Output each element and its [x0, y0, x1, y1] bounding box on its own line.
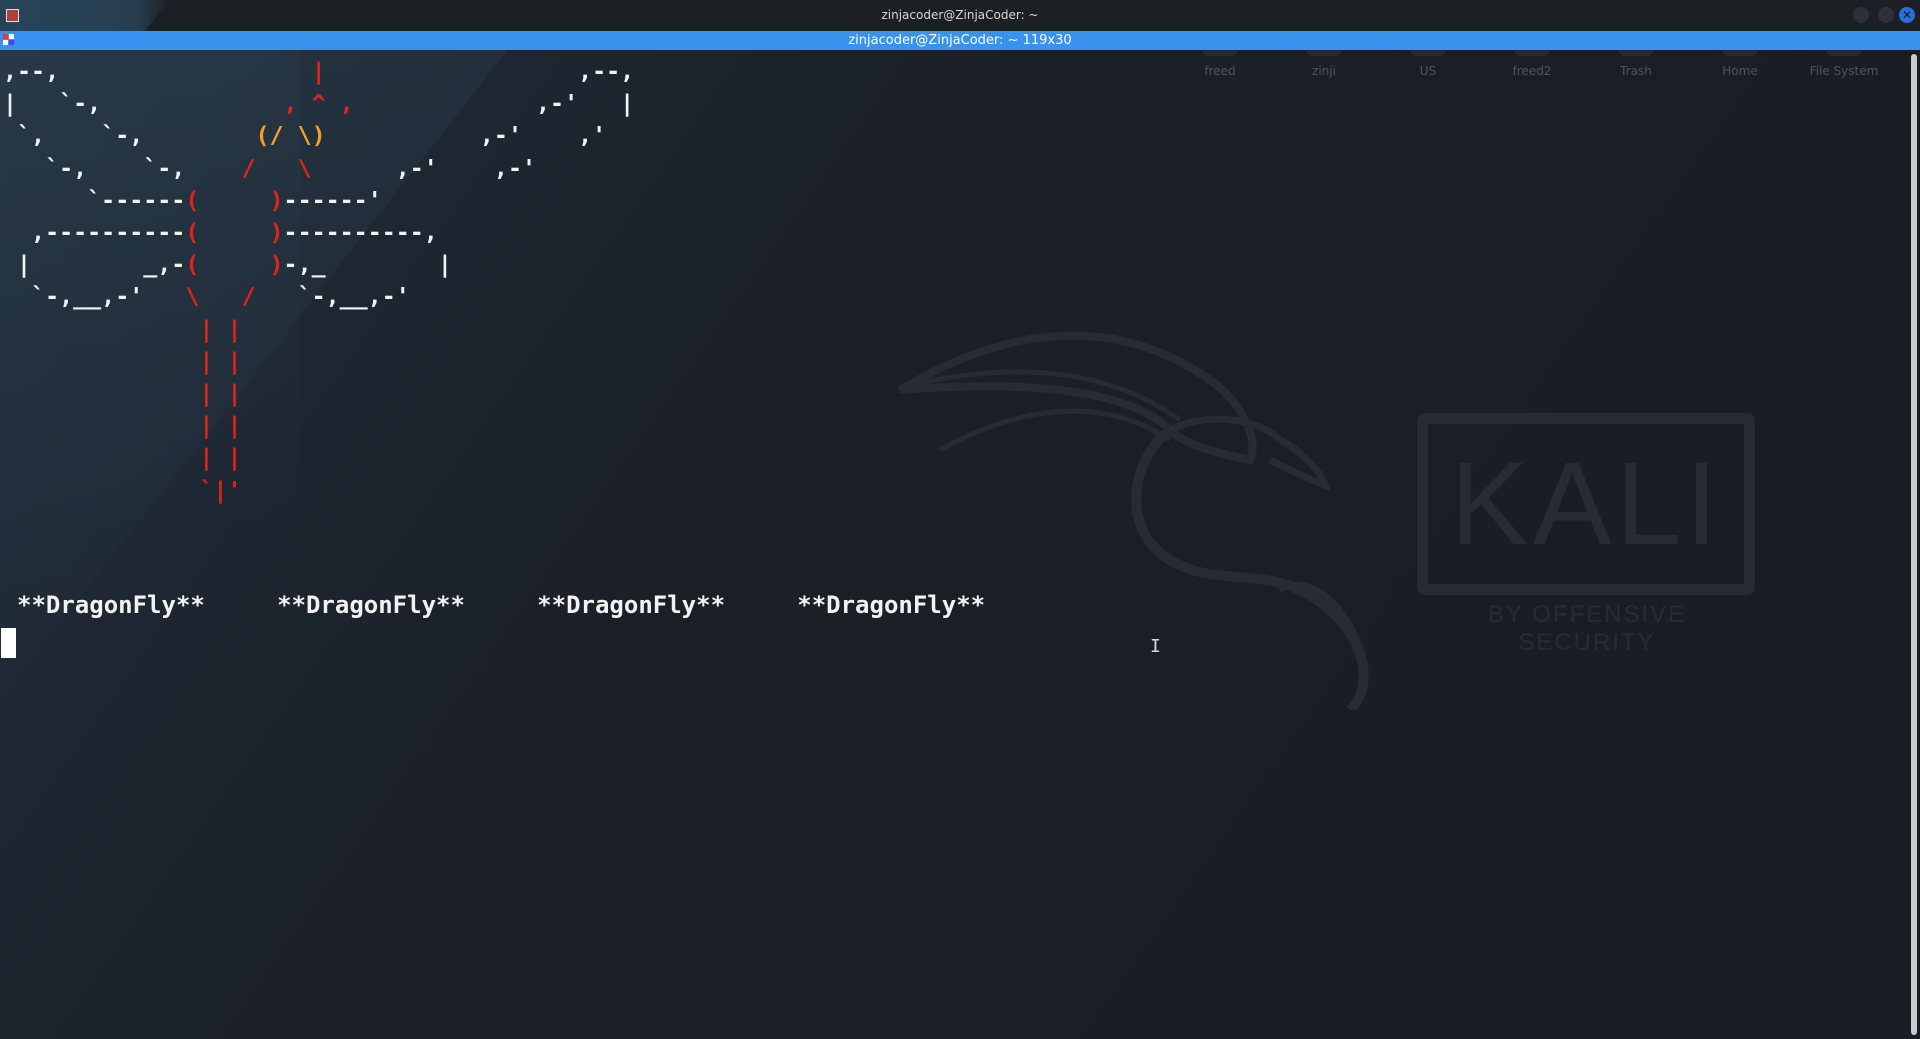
- close-icon: ✕: [1901, 8, 1913, 22]
- window-titlebar[interactable]: zinjacoder@ZinjaCoder: ~ ✕: [0, 0, 1920, 32]
- maximize-button[interactable]: [1878, 7, 1894, 23]
- dragonfly-banner: **DragonFly** **DragonFly** **DragonFly*…: [17, 591, 986, 619]
- terminal-tab-bar[interactable]: zinjacoder@ZinjaCoder: ~ 119x30: [0, 31, 1920, 50]
- dragonfly-ascii-art: ,--, | ,--, | `-, , ^ , ,-' | `, `-, (/ …: [3, 58, 635, 504]
- terminal-cursor: [1, 628, 16, 658]
- window-title: zinjacoder@ZinjaCoder: ~: [881, 8, 1039, 22]
- terminal-scrollbar[interactable]: [1908, 50, 1920, 1039]
- close-button[interactable]: ✕: [1899, 7, 1915, 23]
- terminal-tab-title: zinjacoder@ZinjaCoder: ~ 119x30: [848, 33, 1072, 48]
- minimize-button[interactable]: [1853, 7, 1869, 23]
- text-cursor-icon: I: [1150, 636, 1161, 657]
- scrollbar-thumb[interactable]: [1911, 54, 1917, 1035]
- terminal-body[interactable]: ,--, | ,--, | `-, , ^ , ,-' | `, `-, (/ …: [0, 50, 1908, 1039]
- desktop-screen: KALI BY OFFENSIVE SECURITY freed zinji U…: [0, 0, 1920, 1039]
